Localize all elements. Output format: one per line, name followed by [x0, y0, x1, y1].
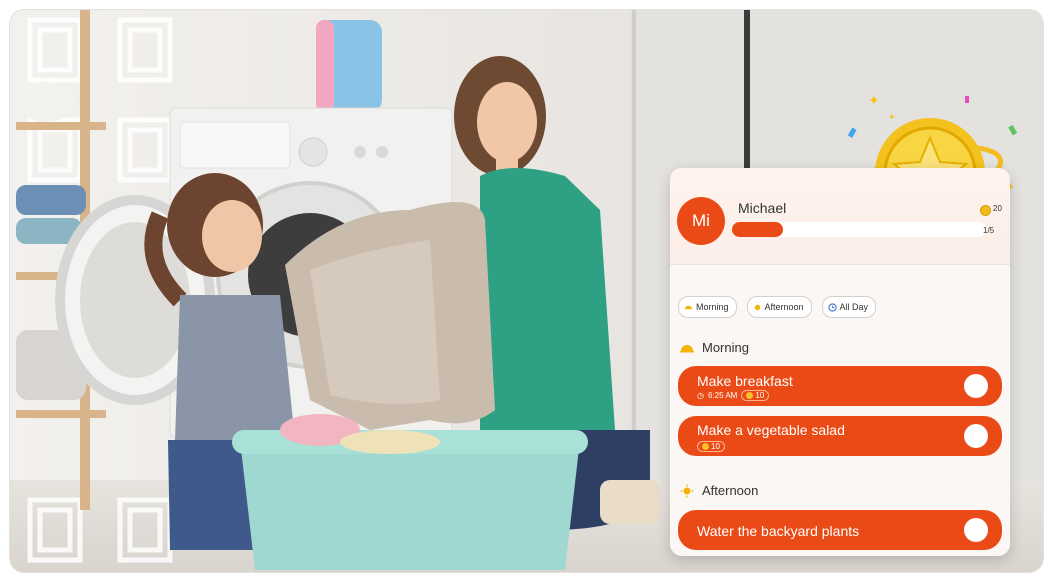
profile-header: Mi Michael 20 1/5 — [670, 168, 1010, 265]
task-item-make-breakfast[interactable]: Make breakfast ◷ 6:25 AM 10 — [678, 366, 1002, 406]
progress-ratio: 1/5 — [983, 226, 995, 235]
task-card: Mi Michael 20 1/5 Morning Afternoon All … — [670, 168, 1010, 556]
clock-icon: ◷ — [697, 391, 704, 400]
task-title: Make a vegetable salad — [697, 422, 845, 438]
time-filters: Morning Afternoon All Day — [678, 296, 880, 318]
clock-icon — [827, 302, 837, 312]
hero-banner: ✦ ✦ ✦ Mi Michael 20 1/5 Morning Afternoo… — [10, 10, 1043, 572]
coin-icon — [980, 205, 991, 216]
complete-checkbox[interactable] — [964, 424, 988, 448]
filter-label: Afternoon — [764, 302, 804, 312]
complete-checkbox[interactable] — [964, 518, 988, 542]
filter-chip-afternoon[interactable]: Afternoon — [746, 296, 812, 318]
sparkle-icon: ✦ — [868, 92, 880, 108]
sun-icon — [754, 304, 760, 310]
points-badge: 10 — [741, 390, 770, 401]
task-meta: 10 — [697, 441, 725, 452]
points-value: 10 — [711, 442, 720, 451]
section-label: Afternoon — [702, 483, 759, 498]
filter-label: All Day — [839, 302, 869, 312]
points-value: 20 — [993, 204, 1002, 213]
task-title: Make breakfast — [697, 373, 793, 389]
task-item-water-backyard-plants[interactable]: Water the backyard plants — [678, 510, 1002, 550]
points-value: 10 — [755, 391, 765, 400]
sunrise-icon — [684, 305, 693, 309]
sunrise-icon — [680, 344, 694, 352]
filter-chip-all-day[interactable]: All Day — [821, 296, 877, 318]
avatar[interactable]: Mi — [677, 197, 725, 245]
user-name: Michael — [738, 200, 787, 216]
progress-bar — [732, 222, 986, 237]
task-title: Water the backyard plants — [697, 523, 860, 539]
points-badge: 10 — [697, 441, 725, 452]
progress-bar-fill — [732, 222, 783, 237]
sun-icon — [680, 484, 694, 497]
coin-icon — [702, 443, 709, 450]
section-title-morning: Morning — [680, 340, 749, 355]
section-title-afternoon: Afternoon — [680, 483, 758, 498]
coin-icon — [746, 392, 754, 399]
complete-checkbox[interactable] — [964, 374, 988, 398]
filter-chip-morning[interactable]: Morning — [678, 296, 737, 318]
task-time: 6:25 AM — [707, 391, 738, 400]
task-item-make-vegetable-salad[interactable]: Make a vegetable salad 10 — [678, 416, 1002, 456]
filter-label: Morning — [696, 302, 729, 312]
sparkle-icon: ✦ — [888, 112, 896, 122]
task-meta: ◷ 6:25 AM 10 — [697, 390, 770, 401]
section-label: Morning — [702, 340, 749, 355]
